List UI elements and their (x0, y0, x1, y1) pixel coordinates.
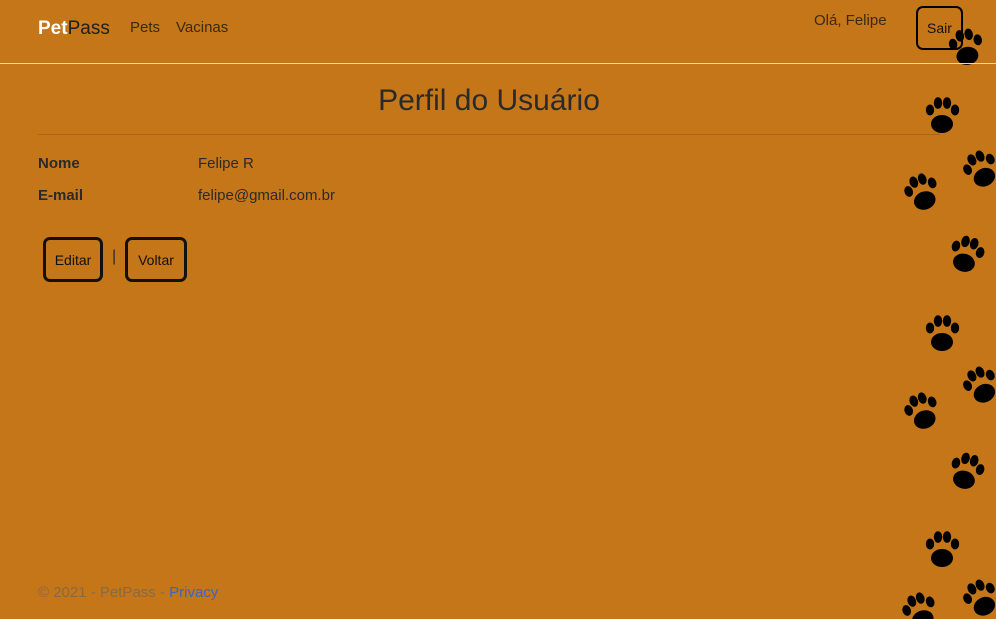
title-divider (38, 134, 940, 135)
footer: © 2021 - PetPass - Privacy (38, 584, 218, 601)
page: PetPass Pets Vacinas Olá, Felipe Sair Pe… (0, 0, 996, 619)
brand-name-bold: Pet (38, 18, 68, 39)
email-label: E-mail (38, 187, 84, 204)
brand-logo[interactable]: PetPass (38, 18, 110, 40)
email-value: felipe@gmail.com.br (198, 187, 335, 204)
name-label: Nome (38, 155, 80, 172)
button-separator: | (112, 248, 117, 265)
brand-name-light: Pass (67, 18, 110, 39)
nav-link-vacinas[interactable]: Vacinas (176, 19, 228, 36)
logout-button[interactable]: Sair (916, 6, 963, 50)
footer-copyright: © 2021 - PetPass - (38, 584, 170, 601)
nav-link-pets[interactable]: Pets (130, 19, 160, 36)
nav-menu: Pets Vacinas (130, 19, 228, 36)
back-button[interactable]: Voltar (125, 237, 187, 282)
user-greeting: Olá, Felipe (814, 12, 887, 29)
navbar: PetPass Pets Vacinas Olá, Felipe Sair (0, 0, 996, 64)
name-value: Felipe R (198, 155, 254, 172)
privacy-link[interactable]: Privacy (169, 584, 218, 601)
edit-button[interactable]: Editar (43, 237, 103, 282)
page-title: Perfil do Usuário (378, 84, 600, 117)
